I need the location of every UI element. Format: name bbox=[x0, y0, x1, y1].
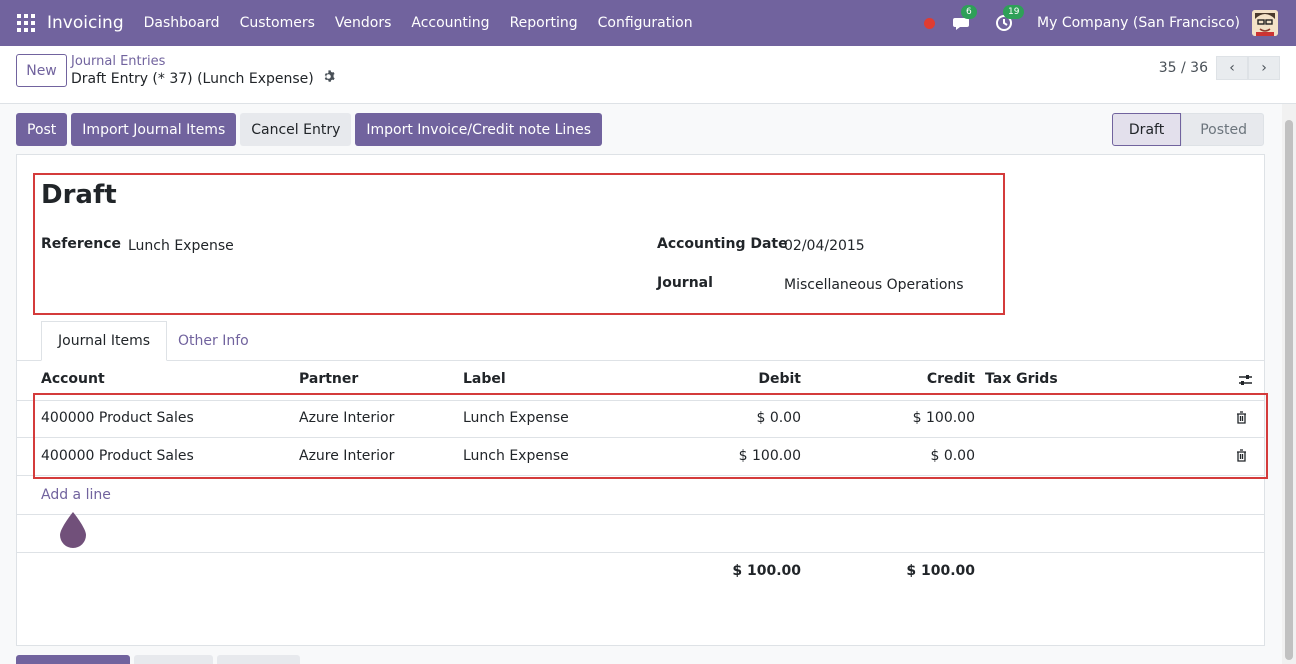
totals-separator bbox=[16, 552, 1265, 553]
menu-dashboard[interactable]: Dashboard bbox=[144, 15, 220, 31]
column-partner[interactable]: Partner bbox=[299, 371, 358, 387]
status-draft[interactable]: Draft bbox=[1111, 113, 1182, 146]
breadcrumb-current-record: Draft Entry (* 37) (Lunch Expense) bbox=[71, 70, 335, 87]
scrollbar-thumb[interactable] bbox=[1285, 120, 1293, 660]
total-debit: $ 100.00 bbox=[732, 563, 801, 579]
recording-indicator-icon[interactable] bbox=[924, 17, 936, 29]
menu-accounting[interactable]: Accounting bbox=[411, 15, 489, 31]
optional-columns-toggle-icon[interactable] bbox=[1238, 373, 1253, 391]
chatter-log-note-button[interactable] bbox=[134, 655, 213, 664]
tab-journal-items[interactable]: Journal Items bbox=[41, 321, 168, 361]
chatter-activities-button[interactable] bbox=[217, 655, 300, 664]
column-label[interactable]: Label bbox=[463, 371, 506, 387]
cancel-entry-button[interactable]: Cancel Entry bbox=[240, 113, 352, 146]
add-line-link[interactable]: Add a line bbox=[41, 487, 111, 503]
record-title: Draft Entry (* 37) (Lunch Expense) bbox=[71, 70, 314, 87]
menu-vendors[interactable]: Vendors bbox=[335, 15, 391, 31]
import-journal-items-button[interactable]: Import Journal Items bbox=[71, 113, 237, 146]
messages-icon[interactable]: 6 bbox=[953, 5, 977, 32]
reference-field[interactable]: Lunch Expense bbox=[128, 238, 234, 254]
page-scrollbar[interactable] bbox=[1282, 104, 1296, 664]
chevron-right-icon: › bbox=[1261, 60, 1267, 76]
mouse-cursor-drop-icon bbox=[60, 512, 86, 548]
post-button[interactable]: Post bbox=[16, 113, 68, 146]
column-account[interactable]: Account bbox=[41, 371, 105, 387]
journal-label: Journal bbox=[657, 275, 713, 291]
chatter-send-message-button[interactable] bbox=[16, 655, 130, 664]
column-tax-grids[interactable]: Tax Grids bbox=[985, 371, 1058, 387]
action-buttons: Post Import Journal Items Cancel Entry I… bbox=[16, 113, 603, 146]
status-posted[interactable]: Posted bbox=[1181, 113, 1264, 146]
menu-configuration[interactable]: Configuration bbox=[598, 15, 693, 31]
entry-state-title: Draft bbox=[41, 180, 117, 210]
tab-other-info[interactable]: Other Info bbox=[162, 321, 265, 361]
breadcrumb-journal-entries[interactable]: Journal Entries bbox=[71, 54, 165, 69]
control-panel: New Journal Entries Draft Entry (* 37) (… bbox=[0, 46, 1296, 104]
new-button[interactable]: New bbox=[16, 54, 67, 87]
chevron-left-icon: ‹ bbox=[1229, 60, 1235, 76]
gear-icon[interactable] bbox=[322, 70, 335, 87]
navbar-systray: 6 19 My Company (San Francisco) bbox=[924, 0, 1278, 46]
reference-label: Reference bbox=[41, 236, 122, 252]
total-credit: $ 100.00 bbox=[906, 563, 975, 579]
menu-customers[interactable]: Customers bbox=[240, 15, 315, 31]
messages-badge: 6 bbox=[961, 5, 977, 19]
notebook-tabs: Journal Items Other Info bbox=[16, 321, 1265, 361]
pager-previous-button[interactable]: ‹ bbox=[1216, 56, 1248, 80]
accounting-date-field[interactable]: 02/04/2015 bbox=[784, 238, 865, 254]
menu-reporting[interactable]: Reporting bbox=[510, 15, 578, 31]
top-navbar: Invoicing Dashboard Customers Vendors Ac… bbox=[0, 0, 1296, 46]
pager: 35 / 36 ‹ › bbox=[1159, 56, 1280, 80]
pager-value[interactable]: 35 / 36 bbox=[1159, 60, 1208, 76]
company-switcher[interactable]: My Company (San Francisco) bbox=[1037, 15, 1240, 31]
add-line-separator bbox=[16, 514, 1265, 515]
apps-menu-icon[interactable] bbox=[17, 14, 35, 32]
import-invoice-lines-button[interactable]: Import Invoice/Credit note Lines bbox=[355, 113, 603, 146]
status-bar: Draft Posted bbox=[1111, 113, 1264, 146]
column-debit[interactable]: Debit bbox=[700, 371, 801, 387]
pager-next-button[interactable]: › bbox=[1248, 56, 1280, 80]
column-credit[interactable]: Credit bbox=[875, 371, 975, 387]
journal-field[interactable]: Miscellaneous Operations bbox=[784, 277, 964, 293]
activities-clock-icon[interactable]: 19 bbox=[995, 5, 1025, 32]
activities-badge: 19 bbox=[1003, 5, 1025, 19]
user-avatar[interactable] bbox=[1252, 10, 1278, 36]
accounting-date-label: Accounting Date bbox=[657, 236, 788, 252]
app-name[interactable]: Invoicing bbox=[47, 13, 124, 33]
rows-highlight-box bbox=[33, 393, 1268, 479]
